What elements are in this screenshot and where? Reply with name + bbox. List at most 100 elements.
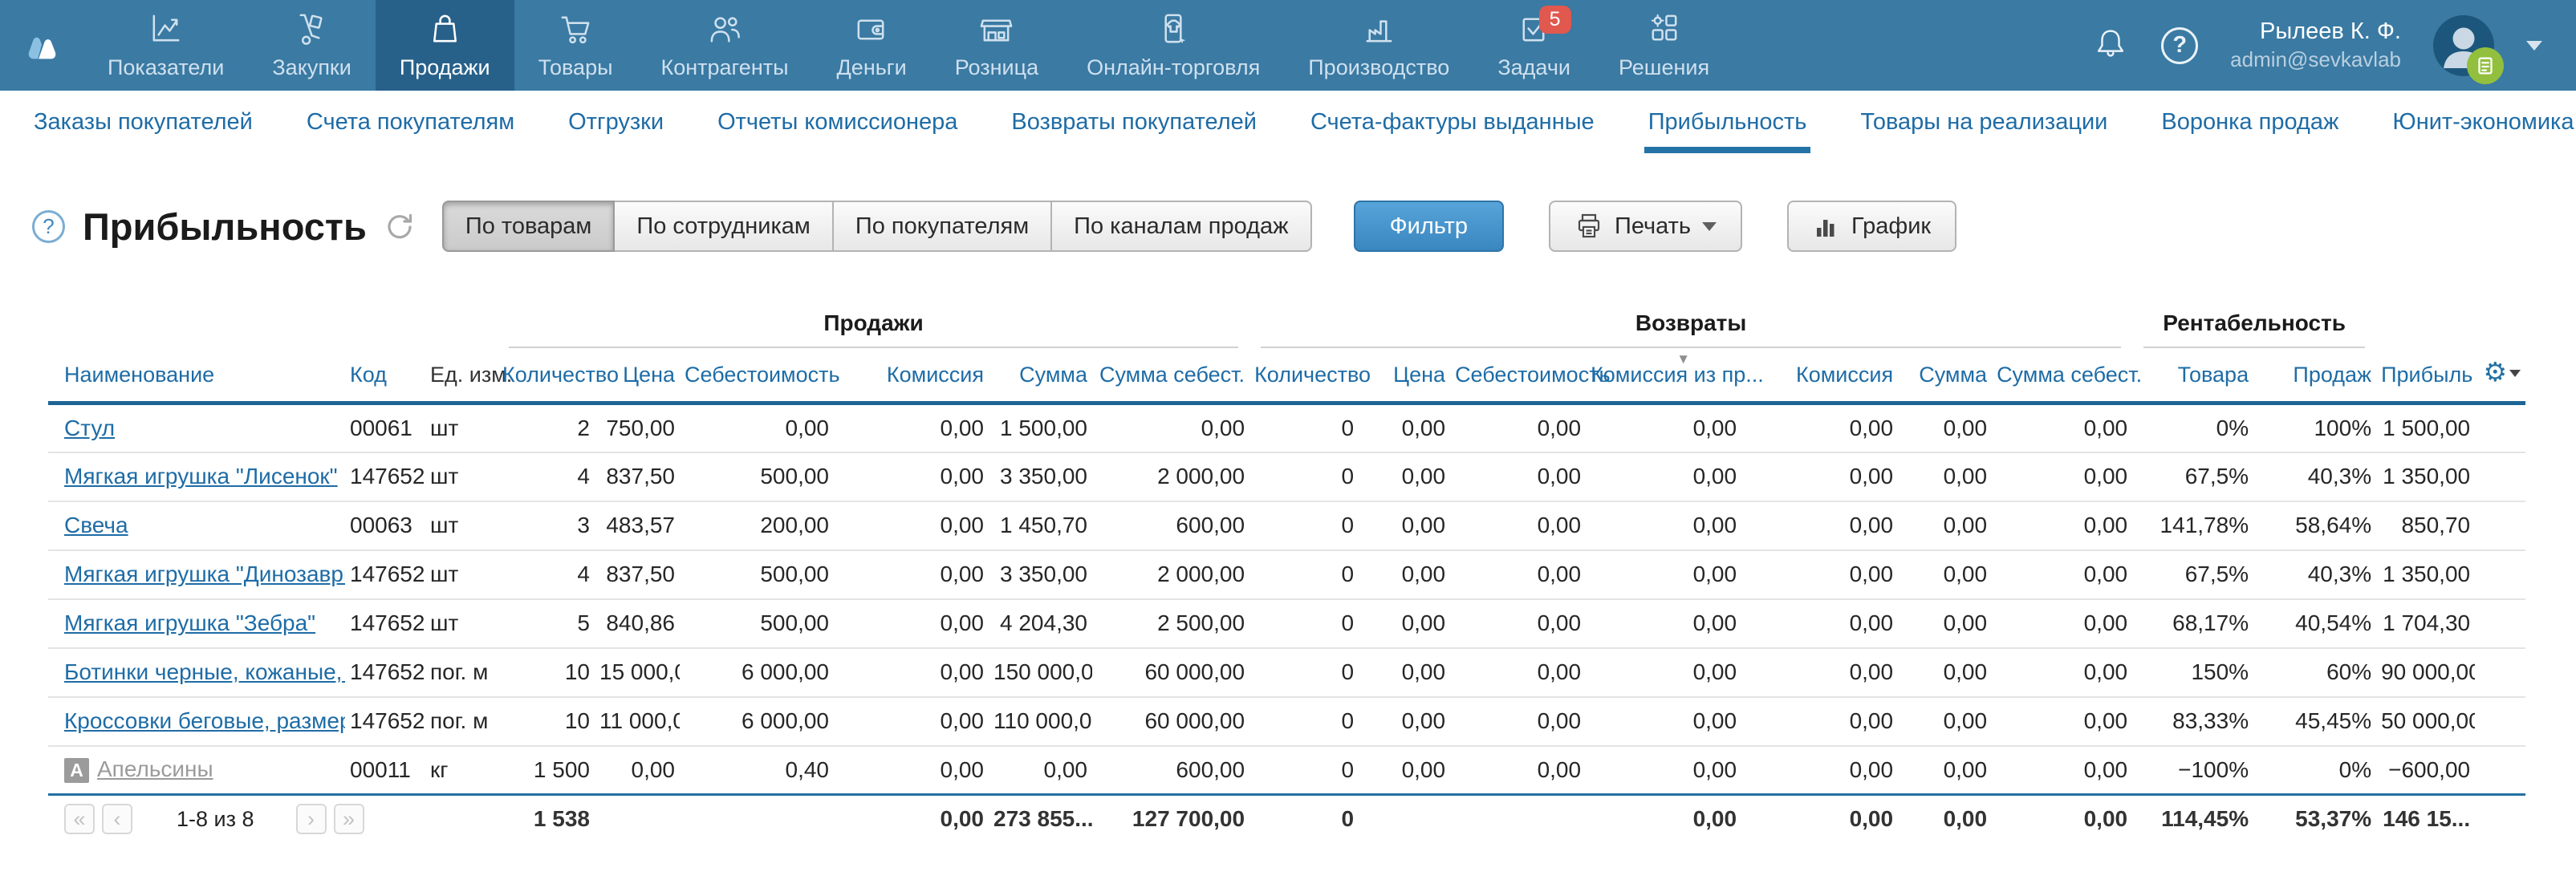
product-link[interactable]: Ботинки черные, кожаные, раз... [64, 659, 345, 684]
col-header-profitability-goods[interactable]: Товара [2132, 348, 2253, 403]
cell-returns-price: 0,00 [1359, 599, 1450, 648]
cell-sales-qty: 3 [498, 501, 595, 550]
notifications-bell-icon[interactable] [2092, 25, 2129, 66]
column-group-spacer [2376, 310, 2525, 348]
table-row: Мягкая игрушка "Зебра"1476522шт5840,8650… [48, 599, 2525, 648]
mode-by-goods-button[interactable]: По товарам [442, 201, 616, 252]
col-header-sales-qty[interactable]: Количество [498, 348, 595, 403]
nav-item-retail[interactable]: Розница [931, 0, 1062, 91]
cell-sales-commission: 0,00 [834, 452, 989, 501]
page-help-icon[interactable]: ? [32, 210, 65, 243]
refresh-icon[interactable] [383, 210, 415, 242]
mode-by-customers-button[interactable]: По покупателям [834, 201, 1052, 252]
tab-customer-returns[interactable]: Возвраты покупателей [1011, 91, 1257, 153]
tab-profitability[interactable]: Прибыльность [1648, 91, 1807, 153]
top-navbar: Показатели Закупки Продажи Товары Контра… [0, 0, 2576, 91]
col-header-returns-commission[interactable]: Комиссия [1741, 348, 1898, 403]
cell-returns-cost: 0,00 [1450, 501, 1586, 550]
shopping-cart-icon [557, 10, 595, 48]
user-menu-caret-icon[interactable] [2526, 41, 2542, 51]
product-link[interactable]: Мягкая игрушка "Лисенок" [64, 464, 338, 489]
total-profit: 146 15... [2376, 795, 2475, 843]
tasks-count-badge: 5 [1539, 6, 1571, 34]
col-header-profit[interactable]: Прибыль [2376, 348, 2475, 403]
user-avatar[interactable] [2433, 15, 2494, 76]
pager-cell: «‹1-8 из 8›» [48, 795, 498, 843]
cell-sales-price: 15 000,00 [595, 648, 680, 697]
tab-issued-invoices[interactable]: Счета-фактуры выданные [1310, 91, 1595, 153]
pager-prev-button[interactable]: ‹ [102, 804, 132, 834]
column-settings-gear-icon[interactable]: ⚙ [2484, 357, 2508, 387]
col-header-sales-commission[interactable]: Комиссия [834, 348, 989, 403]
product-link[interactable]: Свеча [64, 513, 128, 537]
col-header-returns-qty[interactable]: Количество [1249, 348, 1359, 403]
product-link[interactable]: Мягкая игрушка "Динозаврик" [64, 562, 345, 586]
cell-returns-price: 0,00 [1359, 648, 1450, 697]
user-info[interactable]: Рылеев К. Ф. admin@sevkavlab [2230, 17, 2401, 74]
total-returns-sum: 0,00 [1898, 795, 1992, 843]
pager-last-button[interactable]: » [334, 804, 364, 834]
col-header-sales-cost[interactable]: Себестоимость [680, 348, 834, 403]
cell-code: 00063 [345, 501, 425, 550]
tab-customer-orders[interactable]: Заказы покупателей [34, 91, 253, 153]
col-header-returns-cost-sum[interactable]: Сумма себест. [1992, 348, 2132, 403]
cell-sales-cost-sum: 2 000,00 [1092, 452, 1249, 501]
mode-by-employees-button[interactable]: По сотрудникам [615, 201, 834, 252]
tab-commission-reports[interactable]: Отчеты комиссионера [717, 91, 957, 153]
chart-button[interactable]: График [1787, 201, 1956, 252]
pager-next-button[interactable]: › [296, 804, 327, 834]
cell-sales-cost: 500,00 [680, 550, 834, 599]
col-header-name[interactable]: Наименование [48, 348, 345, 403]
cell-code: 1476522 [345, 452, 425, 501]
cell-unit: шт [425, 550, 498, 599]
tab-sales-funnel[interactable]: Воронка продаж [2161, 91, 2338, 153]
nav-item-online-trade[interactable]: Онлайн-торговля [1062, 0, 1284, 91]
col-header-code[interactable]: Код [345, 348, 425, 403]
product-link[interactable]: Стул [64, 416, 115, 440]
nav-item-contractors[interactable]: Контрагенты [637, 0, 813, 91]
total-spacer [2475, 795, 2525, 843]
total-sales-price [595, 795, 680, 843]
tab-shipments[interactable]: Отгрузки [568, 91, 664, 153]
nav-item-tasks[interactable]: Задачи 5 [1473, 0, 1595, 91]
column-group-header: Возвраты [1249, 310, 2132, 348]
pager-first-button[interactable]: « [64, 804, 95, 834]
nav-item-production[interactable]: Производство [1284, 0, 1473, 91]
col-header-unit: Ед. изм. [425, 348, 498, 403]
cell-unit: пог. м [425, 648, 498, 697]
nav-item-money[interactable]: Деньги [813, 0, 931, 91]
mode-by-channels-button[interactable]: По каналам продаж [1052, 201, 1311, 252]
col-header-returns-cost[interactable]: Себестоимость [1450, 348, 1586, 403]
tab-unit-economics[interactable]: Юнит-экономика [2392, 91, 2574, 153]
nav-item-goods[interactable]: Товары [514, 0, 637, 91]
table-row: Ботинки черные, кожаные, раз...1476522по… [48, 648, 2525, 697]
tab-consignment-goods[interactable]: Товары на реализации [1860, 91, 2107, 153]
product-link[interactable]: Кроссовки беговые, размер М [64, 708, 345, 733]
col-header-sales-cost-sum[interactable]: Сумма себест. [1092, 348, 1249, 403]
col-header-column-settings[interactable]: ⚙ [2475, 348, 2525, 403]
nav-item-solutions[interactable]: Решения [1595, 0, 1733, 91]
app-logo[interactable] [0, 0, 83, 91]
tab-customer-invoices[interactable]: Счета покупателям [307, 91, 514, 153]
cell-returns-commission-from-profit: 0,00 [1586, 599, 1741, 648]
nav-item-sales[interactable]: Продажи [376, 0, 514, 91]
product-link[interactable]: Апельсины [97, 756, 213, 781]
col-header-returns-price[interactable]: Цена [1359, 348, 1450, 403]
nav-item-label: Закупки [272, 55, 351, 80]
cell-sales-commission: 0,00 [834, 501, 989, 550]
col-header-returns-commission-from-profit[interactable]: Комиссия из пр...▼ [1586, 348, 1741, 403]
nav-item-purchases[interactable]: Закупки [248, 0, 375, 91]
cell-unit: шт [425, 501, 498, 550]
nav-item-indicators[interactable]: Показатели [83, 0, 248, 91]
col-header-profitability-sales[interactable]: Продаж [2253, 348, 2376, 403]
col-header-sales-sum[interactable]: Сумма [989, 348, 1092, 403]
col-header-sales-price[interactable]: Цена [595, 348, 680, 403]
help-icon[interactable]: ? [2161, 27, 2198, 64]
cell-returns-commission: 0,00 [1741, 403, 1898, 452]
print-button[interactable]: Печать [1549, 201, 1742, 252]
filter-button[interactable]: Фильтр [1354, 201, 1504, 252]
col-header-returns-sum[interactable]: Сумма [1898, 348, 1992, 403]
total-returns-cost-sum: 0,00 [1992, 795, 2132, 843]
product-link[interactable]: Мягкая игрушка "Зебра" [64, 610, 315, 635]
table-row: Свеча00063шт3483,57200,000,001 450,70600… [48, 501, 2525, 550]
